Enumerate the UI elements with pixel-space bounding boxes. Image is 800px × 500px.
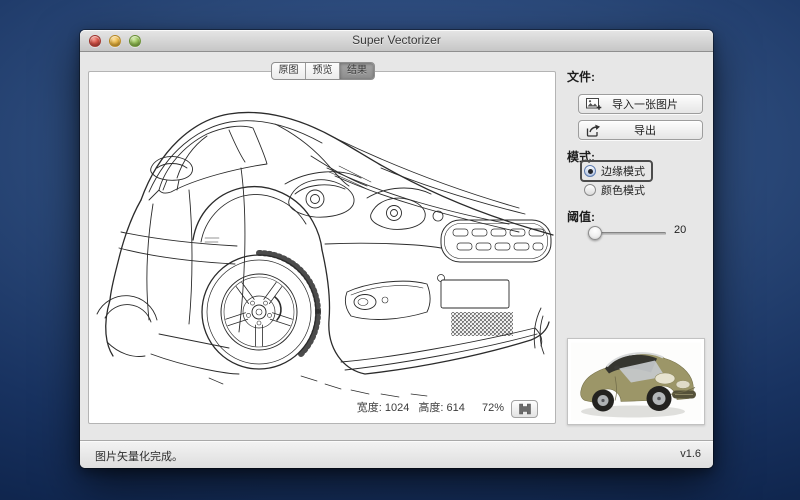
mode-color-label: 颜色模式 (601, 182, 645, 198)
status-bar: 图片矢量化完成。 v1.6 (80, 440, 713, 468)
view-segmented-control: 原图 预览 结果 (271, 62, 375, 80)
mode-option-color[interactable]: 颜色模式 (584, 182, 645, 198)
tab-original[interactable]: 原图 (272, 63, 306, 79)
picture-plus-icon (586, 98, 602, 111)
share-arrow-icon (586, 124, 602, 137)
fit-to-window-button[interactable] (511, 400, 538, 418)
title-bar[interactable]: Super Vectorizer (80, 30, 713, 52)
width-value: 1024 (385, 402, 409, 414)
export-button-label: 导出 (602, 122, 702, 138)
threshold-slider-knob[interactable] (588, 226, 602, 240)
image-dimensions-status: 宽度: 1024 高度: 614 72% (357, 399, 504, 415)
result-canvas: 宽度: 1024 高度: 614 72% (88, 71, 556, 424)
zoom-percent: 72% (482, 402, 504, 414)
import-image-button[interactable]: 导入一张图片 (578, 94, 703, 114)
radio-unselected-icon[interactable] (584, 184, 596, 196)
version-label: v1.6 (680, 448, 701, 460)
window-title: Super Vectorizer (80, 30, 713, 51)
width-label: 宽度: (357, 402, 382, 414)
window-controls (89, 35, 141, 47)
minimize-button-icon[interactable] (109, 35, 121, 47)
tab-result[interactable]: 结果 (340, 63, 374, 79)
tab-preview[interactable]: 预览 (306, 63, 340, 79)
threshold-slider-track[interactable] (588, 232, 666, 235)
zoom-button-icon[interactable] (129, 35, 141, 47)
height-label: 高度: (418, 402, 443, 414)
close-button-icon[interactable] (89, 35, 101, 47)
threshold-value: 20 (674, 224, 686, 236)
fit-to-window-icon (518, 403, 532, 415)
mode-option-edge[interactable]: 边缘模式 (580, 160, 653, 182)
file-section-label: 文件: (567, 68, 595, 85)
radio-selected-icon[interactable] (584, 165, 596, 177)
original-image-thumbnail (567, 338, 705, 425)
main-content: 原图 预览 结果 (80, 52, 713, 440)
threshold-section-label: 阈值: (567, 208, 595, 225)
original-car-photo (571, 342, 701, 421)
height-value: 614 (447, 402, 465, 414)
import-button-label: 导入一张图片 (602, 96, 702, 112)
vectorized-car-lineart (89, 72, 555, 423)
status-message: 图片矢量化完成。 (95, 448, 183, 464)
export-button[interactable]: 导出 (578, 120, 703, 140)
mode-edge-label: 边缘模式 (601, 163, 645, 179)
app-window: Super Vectorizer 原图 预览 结果 (80, 30, 713, 468)
